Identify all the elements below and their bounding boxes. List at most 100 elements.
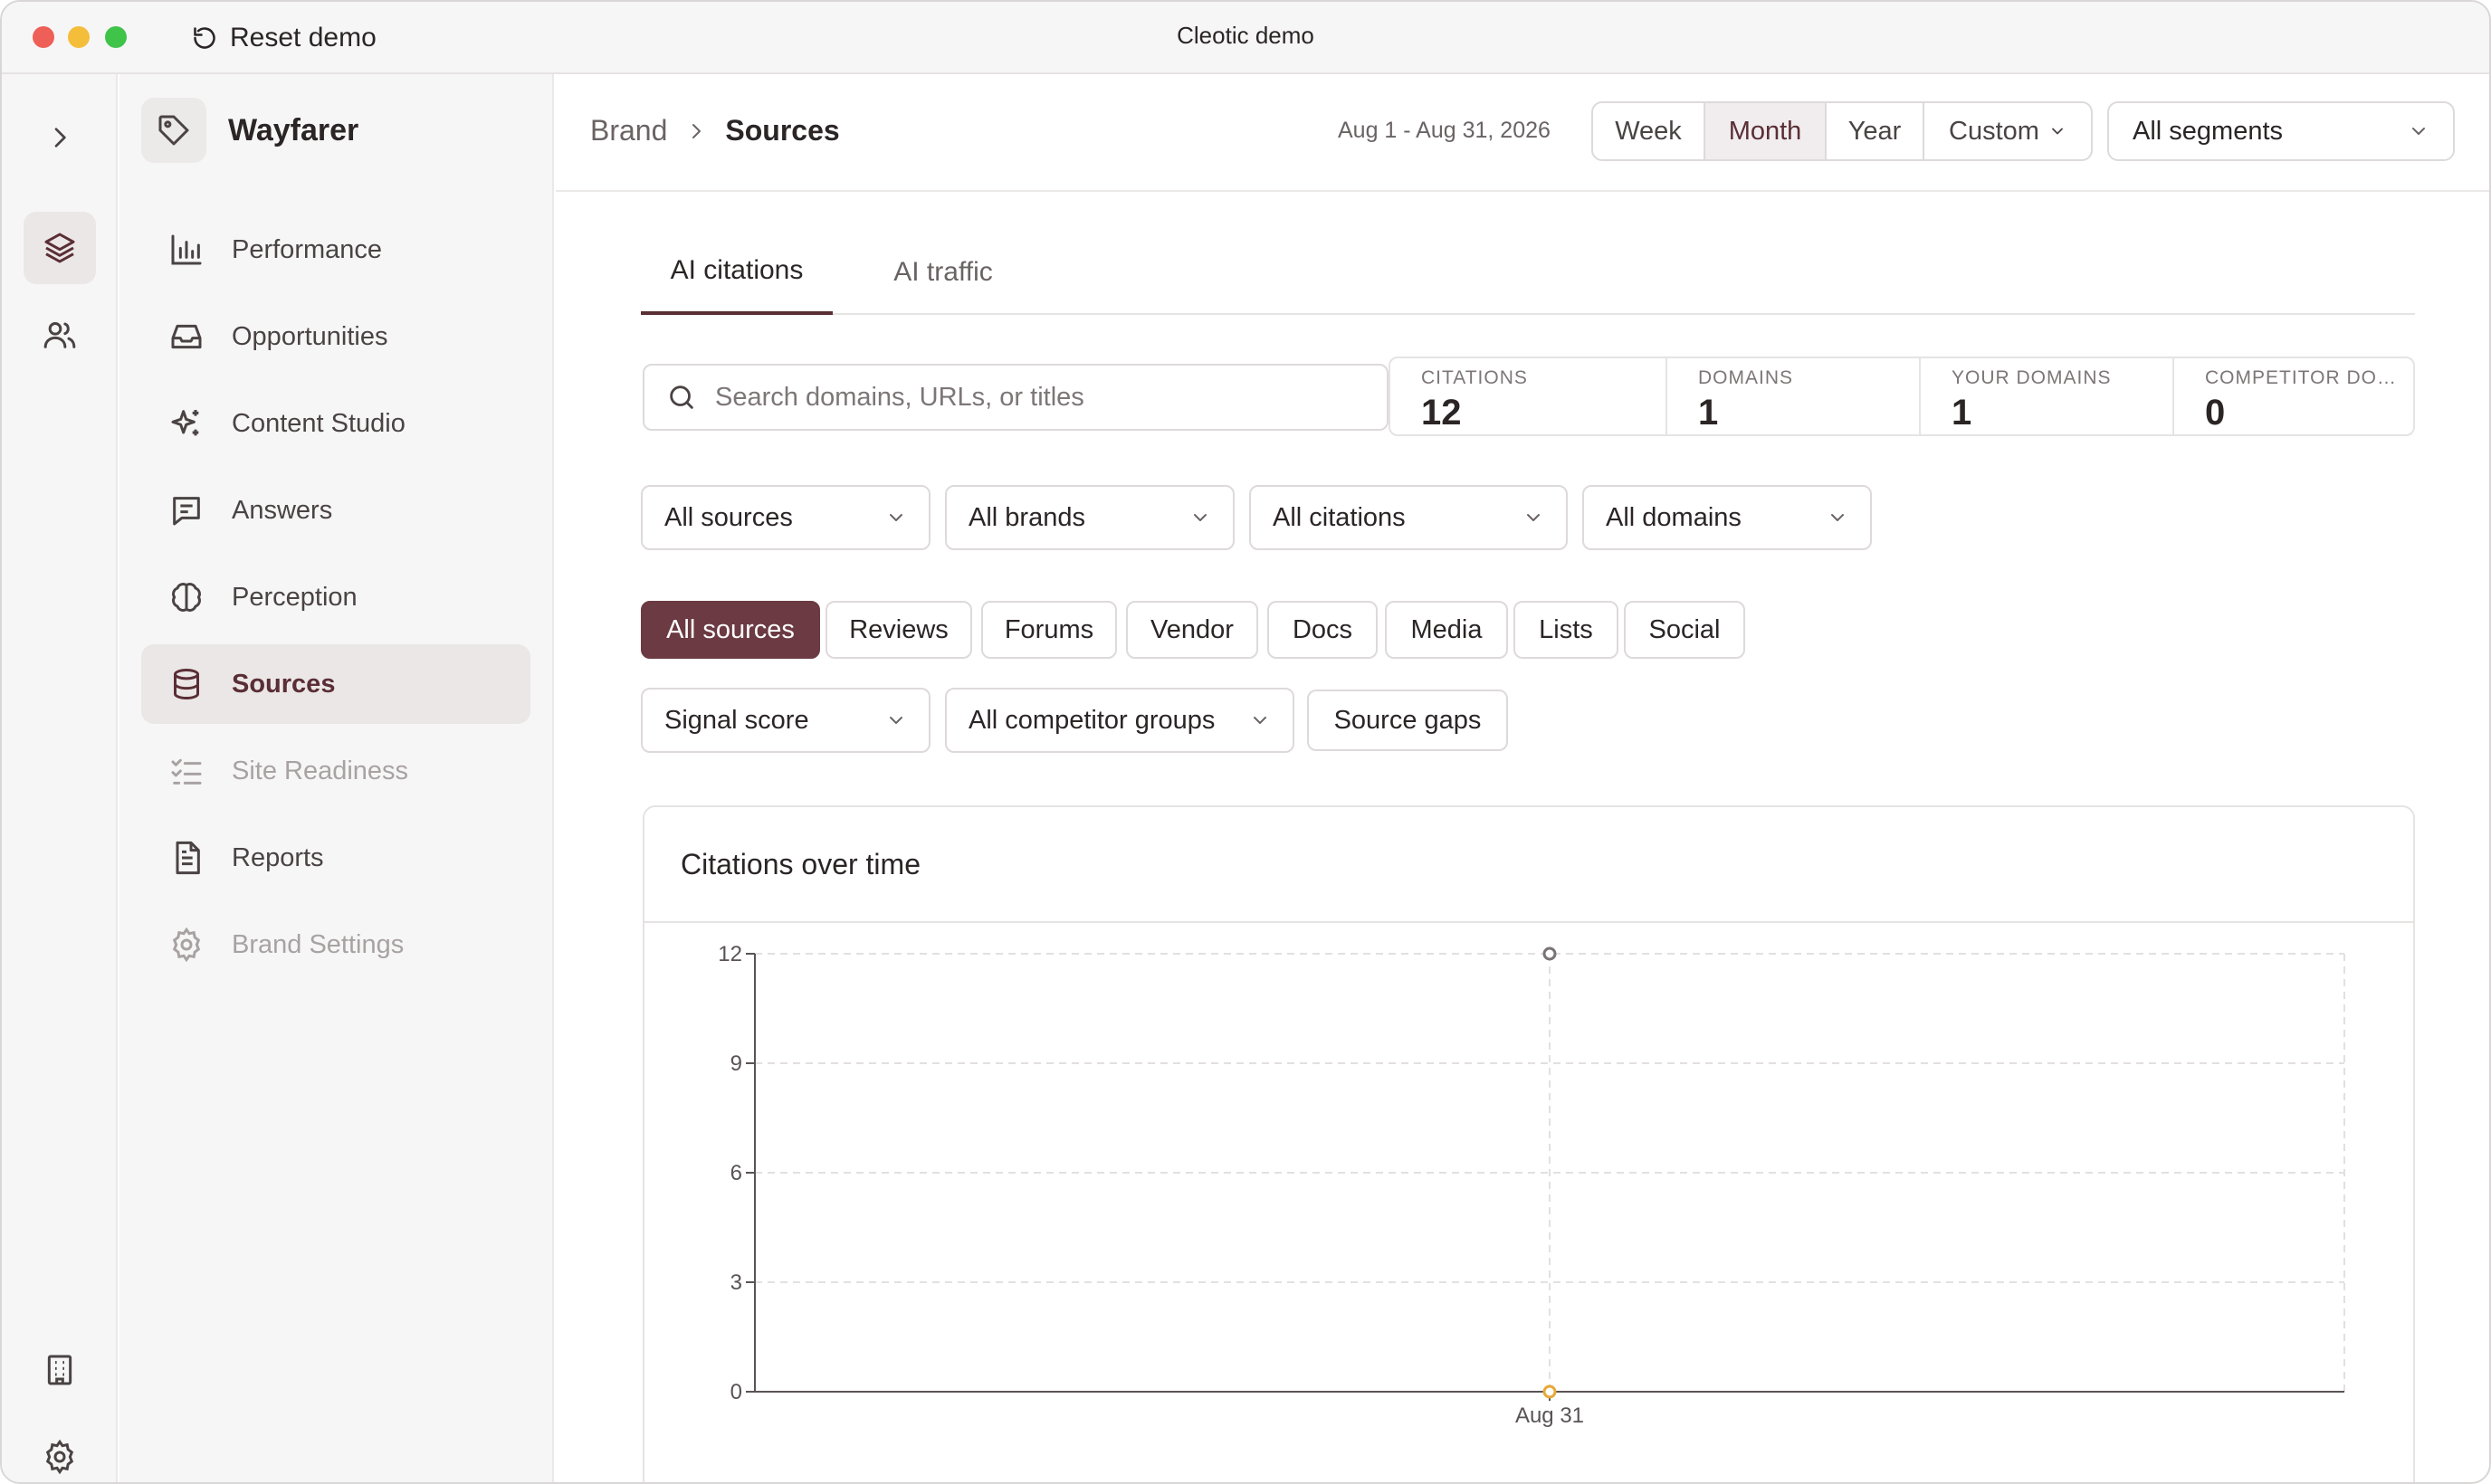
- chip-reviews[interactable]: Reviews: [826, 601, 972, 659]
- breadcrumb: Brand Sources: [590, 114, 840, 147]
- period-label: Custom: [1949, 116, 2039, 146]
- sidebar-item-opportunities[interactable]: Opportunities: [141, 297, 530, 376]
- sidebar-item-performance[interactable]: Performance: [141, 210, 530, 290]
- chart-ytick-label: 6: [730, 1161, 742, 1185]
- source-gaps-button[interactable]: Source gaps: [1307, 690, 1508, 751]
- sidebar-item-label: Performance: [232, 234, 383, 264]
- stat-competitor-domains: COMPETITOR DOMAINS 0: [2174, 358, 2413, 434]
- sidebar-item-answers[interactable]: Answers: [141, 471, 530, 550]
- sidebar-item-site-readiness[interactable]: Site Readiness: [141, 731, 530, 811]
- chip-lists[interactable]: Lists: [1513, 601, 1618, 659]
- chevron-down-icon: [890, 717, 902, 724]
- search-placeholder: Search domains, URLs, or titles: [715, 382, 1084, 412]
- sidebar-item-sources[interactable]: Sources: [141, 644, 530, 724]
- select-value: All brands: [969, 502, 1085, 532]
- tab-bar: AI citations AI traffic: [641, 230, 2415, 315]
- chip-docs[interactable]: Docs: [1267, 601, 1378, 659]
- rail-brands-button[interactable]: [24, 212, 96, 284]
- brands-filter-select[interactable]: All brands: [945, 485, 1235, 550]
- sidebar: Wayfarer Performance Opportunities Conte…: [119, 74, 554, 1482]
- period-year-button[interactable]: Year: [1827, 103, 1924, 159]
- rail-settings-button[interactable]: [24, 1421, 96, 1482]
- sidebar-item-label: Sources: [232, 669, 336, 699]
- chip-vendor[interactable]: Vendor: [1126, 601, 1258, 659]
- brand-header: Wayfarer: [141, 98, 358, 163]
- citations-filter-select[interactable]: All citations: [1249, 485, 1568, 550]
- stat-value: 12: [1421, 393, 1462, 433]
- chip-all-sources[interactable]: All sources: [641, 601, 820, 659]
- expand-sidebar-button[interactable]: [24, 101, 96, 174]
- brain-icon: [172, 583, 201, 612]
- sparkles-icon: [171, 410, 199, 436]
- period-week-button[interactable]: Week: [1593, 103, 1705, 159]
- chart-ytick-label: 9: [730, 1051, 742, 1076]
- sidebar-item-label: Perception: [232, 582, 358, 612]
- brand-name: Wayfarer: [228, 112, 359, 147]
- stat-value: 1: [1952, 393, 1972, 433]
- period-label: Week: [1615, 116, 1682, 146]
- signal-score-select[interactable]: Signal score: [641, 688, 931, 753]
- layers-icon: [44, 233, 75, 263]
- message-icon: [173, 497, 200, 526]
- chip-forums[interactable]: Forums: [981, 601, 1117, 659]
- sidebar-item-brand-settings[interactable]: Brand Settings: [141, 905, 530, 985]
- tag-icon: [158, 115, 189, 146]
- period-custom-button[interactable]: Custom: [1924, 103, 2091, 159]
- chevron-right-icon: [692, 123, 701, 138]
- inbox-icon: [171, 324, 202, 349]
- period-label: Year: [1847, 116, 1902, 146]
- chevron-down-icon: [890, 514, 902, 521]
- chart-ytick-label: 12: [718, 942, 742, 966]
- chevron-down-icon: [2052, 128, 2063, 135]
- period-label: Month: [1728, 116, 1802, 146]
- rail-organization-button[interactable]: [24, 1334, 96, 1406]
- chip-media[interactable]: Media: [1385, 601, 1508, 659]
- sidebar-item-label: Answers: [232, 495, 333, 525]
- building-icon: [47, 1355, 72, 1385]
- citations-line-chart: 0 3 6 9 12 Aug 31: [718, 942, 2345, 1428]
- chart-title: Citations over time: [644, 807, 2413, 923]
- chart-xtick-label: Aug 31: [1515, 1403, 1584, 1428]
- title-bar: Reset demo Cleotic demo: [2, 2, 2489, 74]
- stat-value: 0: [2205, 393, 2226, 433]
- chip-social[interactable]: Social: [1624, 601, 1745, 659]
- chart-data-point: [1542, 947, 1557, 961]
- domains-filter-select[interactable]: All domains: [1582, 485, 1872, 550]
- sources-filter-select[interactable]: All sources: [641, 485, 931, 550]
- segments-value: All segments: [2133, 116, 2284, 146]
- stat-label: CITATIONS: [1421, 367, 1528, 388]
- window-title: Cleotic demo: [1177, 22, 1314, 49]
- select-value: Signal score: [664, 705, 809, 735]
- stat-label: DOMAINS: [1698, 367, 1794, 388]
- chart-data-point: [1542, 1384, 1557, 1399]
- brand-logo: [141, 98, 206, 163]
- search-input[interactable]: Search domains, URLs, or titles: [643, 364, 1389, 431]
- main-content: AI citations AI traffic Search domains, …: [556, 194, 2489, 1482]
- stat-your-domains: YOUR DOMAINS 1: [1921, 358, 2174, 434]
- chart-ytick-label: 3: [730, 1270, 742, 1295]
- tab-ai-traffic[interactable]: AI traffic: [854, 230, 1032, 315]
- sidebar-item-label: Opportunities: [232, 321, 388, 351]
- segments-select[interactable]: All segments: [2107, 101, 2455, 161]
- stat-label: COMPETITOR DOMAINS: [2205, 367, 2404, 388]
- date-range-label: Aug 1 - Aug 31, 2026: [1338, 118, 1551, 143]
- rail-users-button[interactable]: [24, 299, 96, 371]
- period-month-button[interactable]: Month: [1705, 103, 1827, 159]
- competitor-groups-select[interactable]: All competitor groups: [945, 688, 1294, 753]
- sidebar-item-reports[interactable]: Reports: [141, 818, 530, 898]
- users-icon: [43, 322, 76, 348]
- chevron-down-icon: [1254, 717, 1266, 724]
- sidebar-item-perception[interactable]: Perception: [141, 557, 530, 637]
- database-icon: [174, 669, 199, 700]
- sidebar-nav: Performance Opportunities Content Studio…: [141, 210, 530, 992]
- select-value: All citations: [1273, 502, 1406, 532]
- app-window: Reset demo Cleotic demo Wayfarer Perform…: [0, 0, 2491, 1484]
- sidebar-item-content-studio[interactable]: Content Studio: [141, 384, 530, 463]
- breadcrumb-brand-link[interactable]: Brand: [590, 114, 667, 147]
- tab-ai-citations[interactable]: AI citations: [641, 230, 833, 315]
- select-value: All domains: [1606, 502, 1742, 532]
- select-value: All competitor groups: [969, 705, 1216, 735]
- citations-chart-card: Citations over time 0 3 6 9 12 Aug 31: [643, 805, 2415, 1482]
- chevron-down-icon: [1831, 514, 1844, 521]
- search-icon: [670, 385, 693, 409]
